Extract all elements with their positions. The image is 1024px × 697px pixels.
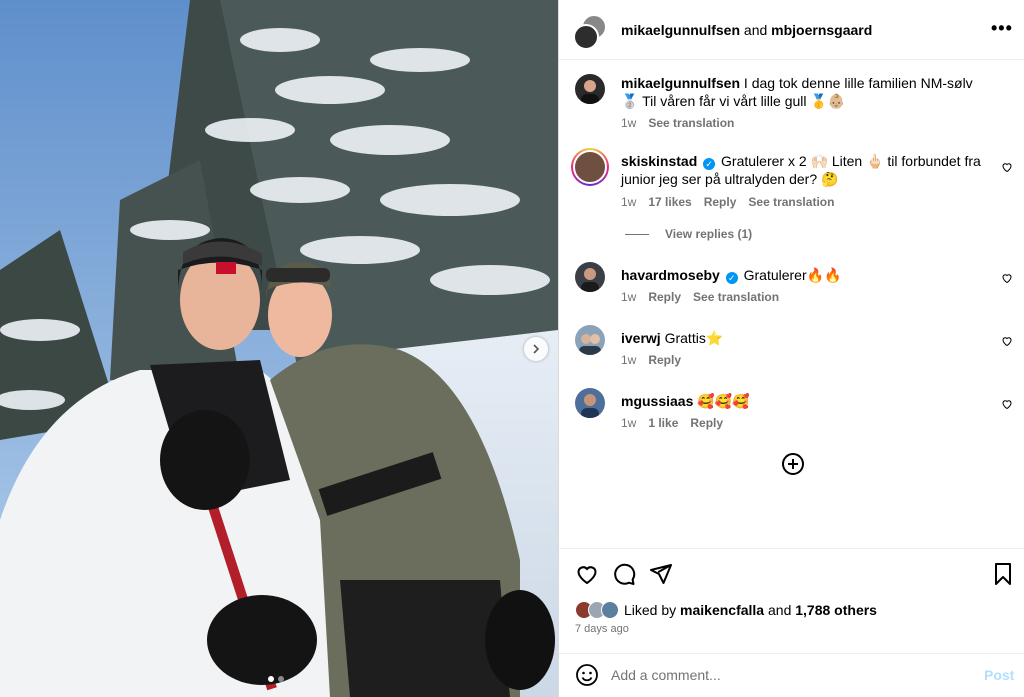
plus-circle-icon[interactable] xyxy=(781,452,805,476)
likes-count[interactable]: 17 likes xyxy=(648,195,691,209)
likes-prefix: Liked by xyxy=(624,602,681,618)
reply-button[interactable]: Reply xyxy=(704,195,737,209)
divider xyxy=(625,234,649,236)
heart-icon[interactable] xyxy=(1001,335,1013,347)
post-header: mikaelgunnulfsen and mbjoernsgaard ••• xyxy=(559,0,1024,60)
heart-icon[interactable] xyxy=(1001,398,1013,410)
likes-count[interactable]: 1 like xyxy=(648,416,678,430)
comment-text: iverwj Grattis⭐️ xyxy=(621,329,991,347)
comment-body: 🥰🥰🥰 xyxy=(697,393,750,409)
timestamp[interactable]: 1w xyxy=(621,290,636,304)
heart-icon[interactable] xyxy=(1001,272,1013,284)
comment-body: Grattis⭐️ xyxy=(664,330,724,346)
see-translation-link[interactable]: See translation xyxy=(748,195,834,209)
comment-meta: 1w Reply See translation xyxy=(621,290,791,304)
comment-body: Gratulerer🔥🔥 xyxy=(743,267,842,283)
see-translation-link[interactable]: See translation xyxy=(648,116,734,130)
verified-icon: ✓ xyxy=(725,272,738,284)
post-details-panel: mikaelgunnulfsen and mbjoernsgaard ••• m… xyxy=(558,0,1024,697)
timestamp[interactable]: 1w xyxy=(621,195,636,209)
comment-meta: 1w 17 likes Reply See translation xyxy=(621,195,846,209)
more-icon: ••• xyxy=(991,18,1013,38)
authors-joiner: and xyxy=(740,22,772,38)
avatar[interactable] xyxy=(571,148,609,186)
comment-username[interactable]: mgussiaas xyxy=(621,393,693,409)
comment-meta: 1w 1 like Reply xyxy=(621,416,735,430)
post-date[interactable]: 7 days ago xyxy=(575,623,629,635)
reply-button[interactable]: Reply xyxy=(648,353,681,367)
comment-username[interactable]: skiskinstad xyxy=(621,153,697,169)
reply-button[interactable]: Reply xyxy=(648,290,681,304)
more-options-button[interactable]: ••• xyxy=(991,18,1013,38)
avatar[interactable] xyxy=(575,74,605,104)
caption-username[interactable]: mikaelgunnulfsen xyxy=(621,75,740,91)
bookmark-icon[interactable] xyxy=(991,562,1015,586)
timestamp[interactable]: 1w xyxy=(621,416,636,430)
avatar xyxy=(601,601,619,619)
add-comment-bar: Post xyxy=(559,653,1024,697)
carousel-dot xyxy=(278,676,284,682)
avatar[interactable] xyxy=(575,388,605,418)
liker-username[interactable]: maikencfalla xyxy=(680,602,764,618)
post-authors: mikaelgunnulfsen and mbjoernsgaard xyxy=(621,22,872,38)
next-photo-button[interactable] xyxy=(524,337,548,361)
coauthor-username[interactable]: mbjoernsgaard xyxy=(771,22,872,38)
see-translation-link[interactable]: See translation xyxy=(693,290,779,304)
carousel-indicator xyxy=(268,676,284,682)
comment-text: skiskinstad ✓ Gratulerer x 2 🙌🏻 Liten 🖕🏻… xyxy=(621,152,991,188)
emoji-icon[interactable] xyxy=(575,663,599,687)
comment-meta: 1w Reply xyxy=(621,353,693,367)
heart-icon[interactable] xyxy=(1001,161,1013,173)
comment-input[interactable] xyxy=(611,664,961,686)
likes-middle: and xyxy=(764,602,796,618)
verified-icon: ✓ xyxy=(703,158,716,170)
comment-username[interactable]: iverwj xyxy=(621,330,661,346)
comment-text: havardmoseby ✓ Gratulerer🔥🔥 xyxy=(621,266,991,284)
view-replies-button[interactable]: View replies (1) xyxy=(625,227,752,241)
likes-summary: Liked by maikencfalla and 1,788 others xyxy=(575,601,877,619)
avatar[interactable] xyxy=(573,24,599,50)
timestamp[interactable]: 1w xyxy=(621,353,636,367)
comment-username[interactable]: havardmoseby xyxy=(621,267,720,283)
comment-text: mgussiaas 🥰🥰🥰 xyxy=(621,392,991,410)
photo-illustration xyxy=(0,0,558,697)
others-link[interactable]: 1,788 others xyxy=(795,602,877,618)
author-username[interactable]: mikaelgunnulfsen xyxy=(621,22,740,38)
carousel-dot-active xyxy=(268,676,274,682)
post-actions: Liked by maikencfalla and 1,788 others 7… xyxy=(559,548,1024,653)
caption-text: mikaelgunnulfsen I dag tok denne lille f… xyxy=(621,74,991,110)
heart-icon[interactable] xyxy=(575,562,599,586)
comment-icon[interactable] xyxy=(612,562,636,586)
post-button[interactable]: Post xyxy=(984,667,1014,683)
share-icon[interactable] xyxy=(649,562,673,586)
caption-meta: 1w See translation xyxy=(621,116,746,130)
avatar[interactable] xyxy=(575,262,605,292)
likes-text: Liked by maikencfalla and 1,788 others xyxy=(624,602,877,618)
chevron-right-icon xyxy=(533,344,540,354)
reply-button[interactable]: Reply xyxy=(690,416,723,430)
avatar[interactable] xyxy=(575,325,605,355)
view-replies-label: View replies (1) xyxy=(665,227,753,241)
post-photo[interactable] xyxy=(0,0,558,697)
timestamp[interactable]: 1w xyxy=(621,116,636,130)
